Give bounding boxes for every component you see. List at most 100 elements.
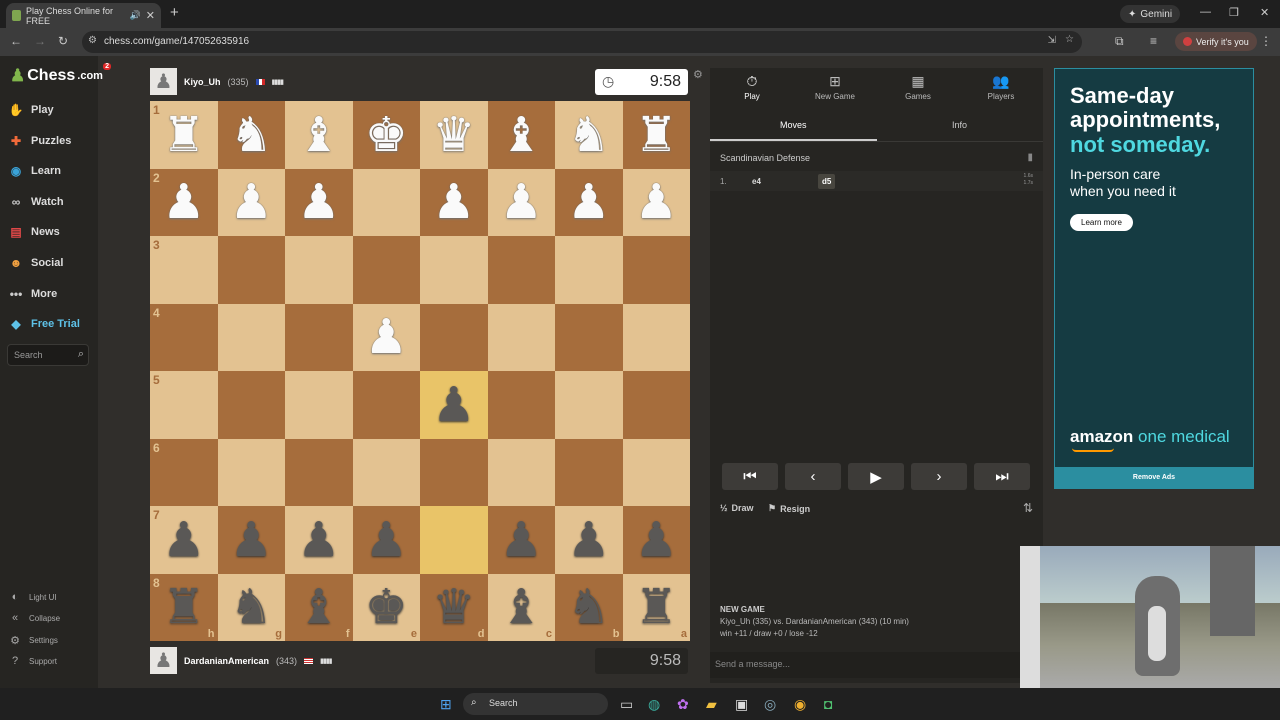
- black-rook-icon[interactable]: ♜: [635, 583, 678, 631]
- square-e1[interactable]: ♚: [352, 101, 420, 169]
- square-g4[interactable]: [217, 303, 285, 371]
- square-c7[interactable]: ♟: [487, 506, 555, 574]
- square-a5[interactable]: [622, 371, 690, 439]
- white-pawn-icon[interactable]: ♟: [500, 178, 543, 226]
- player-name[interactable]: Kiyo_Uh: [184, 77, 221, 87]
- tab-players[interactable]: 👥 Players: [961, 73, 1041, 101]
- square-e3[interactable]: [352, 236, 420, 304]
- subtab-moves[interactable]: Moves: [780, 120, 807, 130]
- square-b1[interactable]: ♞: [555, 101, 623, 169]
- remove-ads-button[interactable]: Remove Ads: [1054, 468, 1254, 489]
- square-f3[interactable]: [285, 236, 353, 304]
- copilot-icon[interactable]: ✿: [677, 696, 689, 713]
- square-f7[interactable]: ♟: [285, 506, 353, 574]
- white-pawn-icon[interactable]: ♟: [432, 178, 475, 226]
- minimize-icon[interactable]: —: [1200, 6, 1211, 18]
- square-d3[interactable]: [420, 236, 488, 304]
- ad-learn-more-button[interactable]: Learn more: [1070, 214, 1133, 231]
- square-f1[interactable]: ♝: [285, 101, 353, 169]
- square-c5[interactable]: [487, 371, 555, 439]
- black-bishop-icon[interactable]: ♝: [500, 583, 543, 631]
- square-c3[interactable]: [487, 236, 555, 304]
- avatar[interactable]: ♟: [150, 68, 177, 95]
- square-g1[interactable]: ♞: [217, 101, 285, 169]
- url-field[interactable]: ⚙ chess.com/game/147052635916 ⇲ ☆: [82, 31, 1082, 53]
- square-d2[interactable]: ♟: [420, 168, 488, 236]
- white-pawn-icon[interactable]: ♟: [635, 178, 678, 226]
- white-knight-icon[interactable]: ♞: [230, 111, 273, 159]
- white-king-icon[interactable]: ♚: [365, 111, 408, 159]
- square-d4[interactable]: [420, 303, 488, 371]
- sidebar-item-play[interactable]: ✋ Play: [8, 102, 54, 118]
- black-queen-icon[interactable]: ♛: [432, 583, 475, 631]
- square-c6[interactable]: [487, 438, 555, 506]
- bookmark-star-icon[interactable]: ☆: [1065, 34, 1074, 45]
- flip-board-icon[interactable]: ⇅: [1023, 501, 1033, 515]
- black-knight-icon[interactable]: ♞: [567, 583, 610, 631]
- square-c8[interactable]: c ♝: [487, 573, 555, 641]
- search-icon[interactable]: ⌕: [78, 348, 84, 361]
- square-c4[interactable]: [487, 303, 555, 371]
- black-pawn-icon[interactable]: ♟: [162, 516, 205, 564]
- white-bishop-icon[interactable]: ♝: [500, 111, 543, 159]
- resign-button[interactable]: ⚑ Resign: [768, 503, 810, 514]
- square-d7[interactable]: [420, 506, 488, 574]
- square-a8[interactable]: a ♜: [622, 573, 690, 641]
- back-icon[interactable]: ←: [10, 34, 22, 48]
- new-tab-icon[interactable]: +: [170, 4, 179, 21]
- square-d6[interactable]: [420, 438, 488, 506]
- close-window-icon[interactable]: ✕: [1260, 6, 1269, 19]
- black-pawn-icon[interactable]: ♟: [567, 516, 610, 564]
- next-move-button[interactable]: ›: [911, 463, 967, 490]
- square-b5[interactable]: [555, 371, 623, 439]
- white-pawn-icon[interactable]: ♟: [230, 178, 273, 226]
- square-a4[interactable]: [622, 303, 690, 371]
- store-icon[interactable]: ▣: [735, 696, 748, 713]
- board-settings-gear-icon[interactable]: ⚙: [693, 68, 703, 81]
- windows-start-icon[interactable]: ⊞: [440, 696, 452, 713]
- square-b4[interactable]: [555, 303, 623, 371]
- close-tab-icon[interactable]: ✕: [146, 9, 155, 22]
- sidebar-item-more[interactable]: ••• More: [8, 286, 58, 302]
- site-info-icon[interactable]: ⚙: [88, 35, 97, 46]
- verify-button[interactable]: Verify it's you: [1175, 32, 1257, 51]
- square-h7[interactable]: 7 ♟: [150, 506, 218, 574]
- square-f8[interactable]: f ♝: [285, 573, 353, 641]
- draw-button[interactable]: ½ Draw: [720, 503, 754, 513]
- white-queen-icon[interactable]: ♛: [432, 111, 475, 159]
- maximize-icon[interactable]: ❐: [1229, 6, 1239, 19]
- square-d5[interactable]: ♟: [420, 371, 488, 439]
- play-moves-button[interactable]: ▶: [848, 463, 904, 490]
- advertisement[interactable]: Same-day appointments, not someday. In-p…: [1054, 68, 1254, 468]
- reading-list-icon[interactable]: ≡: [1150, 34, 1157, 48]
- file-explorer-icon[interactable]: ▰: [706, 696, 717, 713]
- square-h2[interactable]: 2 ♟: [150, 168, 218, 236]
- square-b7[interactable]: ♟: [555, 506, 623, 574]
- first-move-button[interactable]: ⏮: [722, 463, 778, 490]
- player-name[interactable]: DardanianAmerican: [184, 656, 269, 666]
- white-bishop-icon[interactable]: ♝: [297, 111, 340, 159]
- sidebar-search-input[interactable]: Search ⌕: [7, 344, 89, 366]
- black-move[interactable]: d5: [818, 174, 836, 189]
- square-b8[interactable]: b ♞: [555, 573, 623, 641]
- black-pawn-icon[interactable]: ♟: [500, 516, 543, 564]
- square-d1[interactable]: ♛: [420, 101, 488, 169]
- black-pawn-icon[interactable]: ♟: [635, 516, 678, 564]
- square-h3[interactable]: 3: [150, 236, 218, 304]
- square-e5[interactable]: [352, 371, 420, 439]
- white-pawn-icon[interactable]: ♟: [162, 178, 205, 226]
- square-f5[interactable]: [285, 371, 353, 439]
- chat-input[interactable]: Send a message... ☺: [710, 652, 1043, 678]
- browser-tab[interactable]: Play Chess Online for FREE 🔊 ✕: [6, 3, 161, 28]
- menu-kebab-icon[interactable]: ⋮: [1260, 34, 1272, 48]
- square-f6[interactable]: [285, 438, 353, 506]
- black-pawn-icon[interactable]: ♟: [297, 516, 340, 564]
- white-pawn-icon[interactable]: ♟: [297, 178, 340, 226]
- square-e8[interactable]: e ♚: [352, 573, 420, 641]
- sidebar-item-social[interactable]: ☻ Social: [8, 255, 64, 271]
- black-bishop-icon[interactable]: ♝: [297, 583, 340, 631]
- square-c2[interactable]: ♟: [487, 168, 555, 236]
- support-button[interactable]: ? Support: [8, 655, 57, 667]
- square-f4[interactable]: [285, 303, 353, 371]
- previous-move-button[interactable]: ‹: [785, 463, 841, 490]
